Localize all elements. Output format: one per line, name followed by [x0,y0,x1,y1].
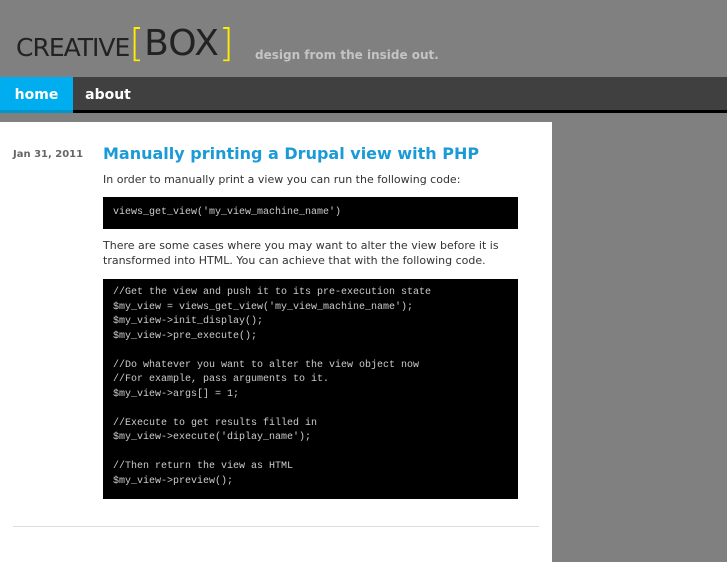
header: CREATIVE [ BOX ] design from the inside … [0,0,727,77]
logo-bracket-right: ] [218,21,234,65]
content-panel: Jan 31, 2011 Manually printing a Drupal … [0,122,552,562]
logo-text: CREATIVE [16,33,130,62]
post-title[interactable]: Manually printing a Drupal view with PHP [103,144,479,163]
post-date: Jan 31, 2011 [13,149,84,160]
post-divider [13,526,539,527]
slogan: design from the inside out. [255,48,439,62]
code-block-2: //Get the view and push it to its pre-ex… [103,279,518,499]
post-intro: In order to manually print a view you ca… [103,173,461,186]
logo-box: BOX [144,23,219,64]
logo-bracket-left: [ [129,21,145,65]
code-block-1: views_get_view('my_view_machine_name') [103,197,518,229]
nav-about[interactable]: about [73,77,143,110]
main-nav: home about [0,77,727,113]
post-paragraph-2: There are some cases where you may want … [103,239,499,267]
nav-home[interactable]: home [0,77,73,113]
logo[interactable]: CREATIVE [ BOX ] [16,20,234,62]
